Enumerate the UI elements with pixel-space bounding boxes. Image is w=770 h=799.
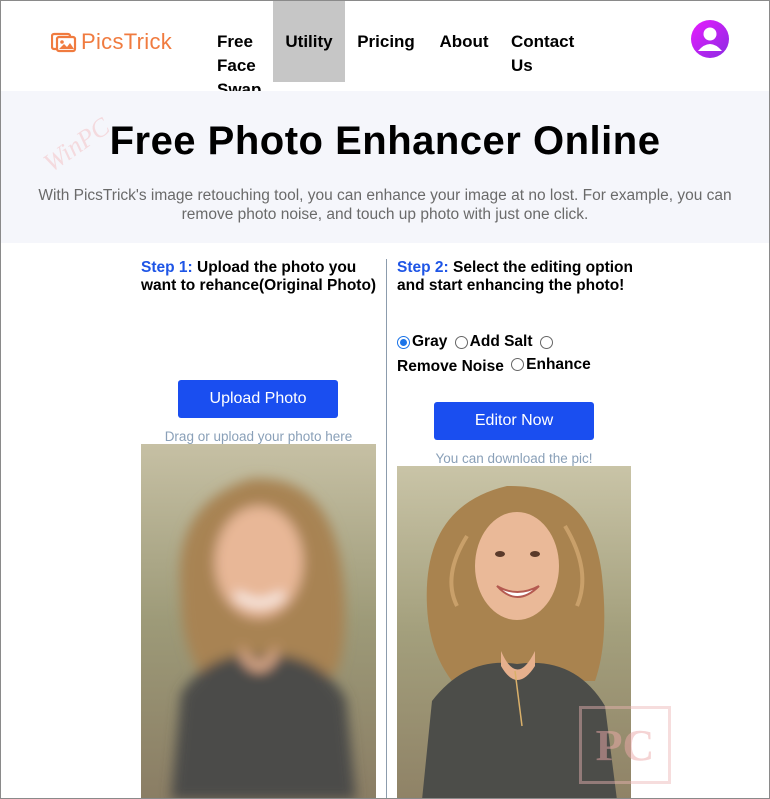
download-hint: You can download the pic!	[435, 451, 593, 466]
logo-image-icon	[51, 32, 77, 53]
radio-add-salt[interactable]	[454, 335, 468, 349]
nav-contact-us[interactable]: Contact Us	[501, 1, 581, 82]
radio-enhance[interactable]	[511, 358, 525, 371]
option-remove-noise-text[interactable]: Remove Noise	[397, 357, 504, 377]
option-enhance[interactable]: Enhance	[511, 355, 591, 375]
watermark-stamp: PC	[579, 706, 671, 784]
step-2-panel: Step 2: Select the editing option and st…	[397, 259, 637, 295]
option-remove-noise-label: Remove Noise	[397, 358, 504, 375]
radio-gray[interactable]	[397, 335, 410, 349]
option-add-salt-label: Add Salt	[469, 333, 533, 350]
upload-photo-button[interactable]: Upload Photo	[178, 380, 338, 418]
logo-text: PicsTrick	[81, 29, 173, 54]
option-gray[interactable]: Gray	[397, 332, 447, 352]
user-avatar-icon[interactable]	[690, 19, 730, 59]
nav-about[interactable]: About	[427, 1, 501, 82]
edit-options: Gray Add Salt Remove Noise Enhance	[397, 332, 627, 377]
step-1-heading: Step 1: Upload the photo you want to reh…	[141, 259, 377, 295]
step-1-label: Step 1:	[141, 259, 193, 276]
option-remove-noise[interactable]	[539, 335, 553, 349]
nav-free-face-swap[interactable]: Free Face Swap	[207, 1, 273, 99]
page-title: Free Photo Enhancer Online	[109, 119, 661, 163]
page-frame: PicsTrick Free Face Swap Utility Pricing…	[0, 0, 770, 799]
option-gray-label: Gray	[412, 333, 448, 350]
step-2-heading: Step 2: Select the editing option and st…	[397, 259, 637, 295]
column-divider	[386, 259, 387, 798]
hero-section: Free Photo Enhancer Online With PicsTric…	[1, 91, 769, 243]
nav-utility[interactable]: Utility	[273, 1, 345, 82]
editor-now-button[interactable]: Editor Now	[434, 402, 594, 440]
main-nav: Free Face Swap Utility Pricing About Con…	[207, 1, 581, 99]
upload-hint: Drag or upload your photo here	[164, 429, 353, 444]
original-photo	[141, 444, 376, 798]
option-add-salt[interactable]: Add Salt	[454, 332, 533, 352]
step-1-panel: Step 1: Upload the photo you want to reh…	[141, 259, 377, 295]
logo[interactable]: PicsTrick	[51, 29, 172, 55]
nav-pricing[interactable]: Pricing	[345, 1, 427, 82]
page-subtitle: With PicsTrick's image retouching tool, …	[38, 187, 732, 223]
radio-remove-noise[interactable]	[539, 335, 553, 349]
step-2-label: Step 2:	[397, 259, 449, 276]
site-header: PicsTrick Free Face Swap Utility Pricing…	[1, 1, 769, 99]
option-enhance-label: Enhance	[526, 355, 591, 373]
